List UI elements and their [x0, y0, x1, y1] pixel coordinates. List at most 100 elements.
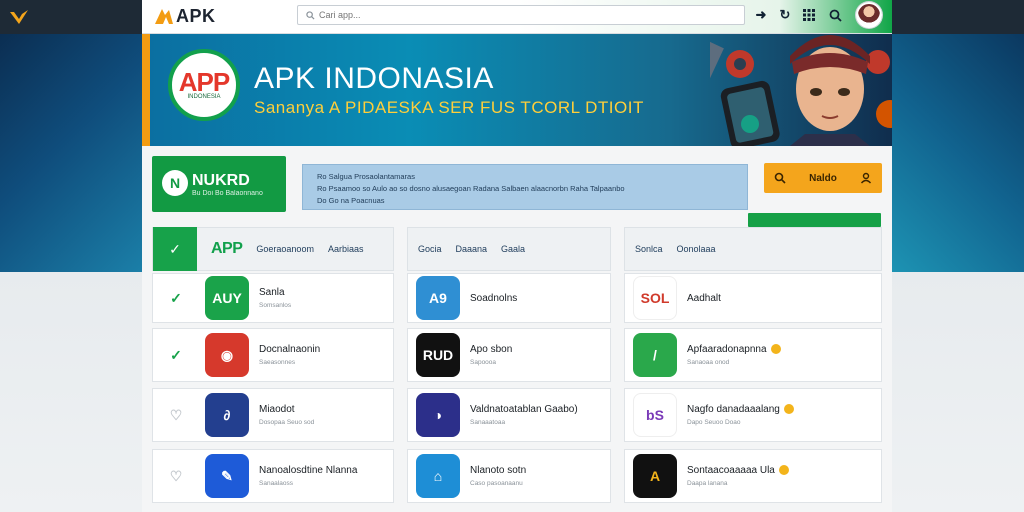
column-header: ✓ APP Goeraoanoom Aarbiaas: [152, 227, 394, 271]
badge-dot-icon: [778, 465, 789, 476]
app-card[interactable]: ♡ ✎ Nanoalosdtine Nlanna Sanaalaoss: [152, 449, 394, 503]
tab-link[interactable]: Gocia: [418, 244, 442, 254]
app-icon[interactable]: ◑: [416, 393, 460, 437]
promo-icon: N: [162, 170, 188, 196]
app-icon[interactable]: ∂: [205, 393, 249, 437]
app-info: Miaodot Dosopaa Seuo sod: [259, 404, 314, 426]
app-icon[interactable]: ⌂: [416, 454, 460, 498]
app-title[interactable]: Nagfo danadaaalang: [687, 404, 794, 415]
tab-link[interactable]: Oonolaaa: [677, 244, 716, 254]
action-button[interactable]: Naldo: [764, 163, 882, 193]
column-header: Gocia Daaana Gaala: [407, 227, 611, 271]
app-card[interactable]: ✓ AUY Sanla Somsanlos: [152, 273, 394, 323]
badge-dot-icon: [783, 404, 794, 415]
app-info: Apfaaradonapnna Sanaoaa onod: [687, 344, 781, 366]
app-info: Soadnolns: [470, 293, 517, 304]
promo-title: NUKRD: [192, 171, 250, 189]
app-card[interactable]: ♡ ∂ Miaodot Dosopaa Seuo sod: [152, 388, 394, 442]
tab-link[interactable]: Daaana: [456, 244, 488, 254]
app-card[interactable]: RUD Apo sbon Sapoooa: [407, 328, 611, 382]
tab-link[interactable]: Sonlca: [635, 244, 663, 254]
badge-dot-icon: [770, 344, 781, 355]
user-icon: [860, 172, 872, 184]
column-app-label: APP: [211, 240, 243, 257]
app-title[interactable]: Nanoalosdtine Nlanna: [259, 465, 357, 476]
app-title[interactable]: Apfaaradonapnna: [687, 344, 781, 355]
app-icon[interactable]: /: [633, 333, 677, 377]
brand-logo[interactable]: APK: [154, 5, 216, 27]
column-header: Sonlca Oonolaaa: [624, 227, 882, 271]
refresh-icon[interactable]: ↻: [776, 6, 794, 24]
app-card[interactable]: ◑ Valdnatoatablan Gaabo) Sanaaatoaa: [407, 388, 611, 442]
tab-link[interactable]: Goeraoanoom: [256, 244, 314, 254]
arrow-right-icon[interactable]: ➜: [752, 6, 770, 24]
app-info: Aadhalt: [687, 293, 721, 304]
hero-character-illustration: [710, 35, 892, 146]
notice-panel: Ro Salgua Prosaolantamaras Ro Psaamoo so…: [302, 164, 748, 210]
app-title[interactable]: Sanla: [259, 287, 291, 298]
app-icon[interactable]: ✎: [205, 454, 249, 498]
app-subtitle: Daapa lanana: [687, 480, 728, 487]
app-info: Nlanoto sotn Caso pasoanaanu: [470, 465, 526, 487]
search-icon[interactable]: [826, 6, 844, 24]
app-icon[interactable]: AUY: [205, 276, 249, 320]
promo-subtitle: Bu Doi Bo Balaonnano: [192, 189, 263, 197]
app-card[interactable]: A9 Soadnolns: [407, 273, 611, 323]
notice-line: Ro Salgua Prosaolantamaras: [317, 172, 415, 181]
hero-title: APK INDONASIA: [254, 62, 494, 95]
app-card[interactable]: SOL Aadhalt: [624, 273, 882, 323]
app-card[interactable]: ✓ ◉ Docnalnaonin Saeasonnes: [152, 328, 394, 382]
app-title[interactable]: Sontaacoaaaaa Ula: [687, 465, 789, 476]
app-info: Nanoalosdtine Nlanna Sanaalaoss: [259, 465, 357, 487]
heart-icon[interactable]: ♡: [165, 468, 187, 485]
app-card[interactable]: bS Nagfo danadaaalang Dapo Seuoo Doao: [624, 388, 882, 442]
page: APK ➜ ↻ APP IN: [142, 0, 892, 512]
check-icon[interactable]: ✓: [165, 290, 187, 307]
search-circle-icon: [774, 172, 786, 184]
app-card[interactable]: ⌂ Nlanoto sotn Caso pasoanaanu: [407, 449, 611, 503]
apk-logo-icon: [155, 9, 173, 24]
check-icon[interactable]: ✓: [165, 347, 187, 364]
app-info: Sontaacoaaaaa Ula Daapa lanana: [687, 465, 789, 487]
app-title[interactable]: Miaodot: [259, 404, 314, 415]
app-title[interactable]: Soadnolns: [470, 293, 517, 304]
app-title[interactable]: Nlanoto sotn: [470, 465, 526, 476]
background-right: [892, 34, 1024, 272]
heart-icon[interactable]: ♡: [165, 407, 187, 424]
app-info: Apo sbon Sapoooa: [470, 344, 512, 366]
notice-line: Do Go na Poacnuas: [317, 196, 385, 205]
app-title[interactable]: Aadhalt: [687, 293, 721, 304]
app-subtitle: Somsanlos: [259, 302, 292, 309]
hero-logo: APP INDONESIA: [168, 49, 240, 121]
app-icon[interactable]: A9: [416, 276, 460, 320]
app-icon[interactable]: RUD: [416, 333, 460, 377]
app-icon[interactable]: A: [633, 454, 677, 498]
app-subtitle: Dosopaa Seuo sod: [259, 419, 315, 426]
app-info: Docnalnaonin Saeasonnes: [259, 344, 320, 366]
app-card[interactable]: A Sontaacoaaaaa Ula Daapa lanana: [624, 449, 882, 503]
hero-logo-text: APP: [178, 67, 230, 97]
progress-bar: [748, 213, 881, 227]
app-title[interactable]: Valdnatoatablan Gaabo): [470, 404, 578, 415]
notice-line: Ro Psaamoo so Aulo ao so dosno alusaegoa…: [317, 184, 625, 193]
app-card[interactable]: / Apfaaradonapnna Sanaoaa onod: [624, 328, 882, 382]
grid-icon[interactable]: [800, 6, 818, 24]
app-icon[interactable]: SOL: [633, 276, 677, 320]
check-circle-icon[interactable]: ✓: [153, 227, 197, 271]
hero-logo-subtext: INDONESIA: [187, 94, 221, 100]
browser-logo-icon[interactable]: [8, 6, 30, 28]
tab-link[interactable]: Gaala: [501, 244, 525, 254]
app-title[interactable]: Docnalnaonin: [259, 344, 320, 355]
app-subtitle: Dapo Seuoo Doao: [687, 419, 741, 426]
app-icon[interactable]: bS: [633, 393, 677, 437]
search-bar[interactable]: [297, 5, 745, 25]
app-icon[interactable]: ◉: [205, 333, 249, 377]
search-input[interactable]: [319, 10, 719, 20]
app-title[interactable]: Apo sbon: [470, 344, 512, 355]
tab-link[interactable]: Aarbiaas: [328, 244, 364, 254]
brand-text: APK: [176, 5, 216, 26]
promo-card[interactable]: N NUKRD Bu Doi Bo Balaonnano: [152, 156, 286, 212]
app-subtitle: Sanaalaoss: [259, 480, 293, 487]
avatar[interactable]: [856, 2, 882, 28]
app-subtitle: Sapoooa: [470, 359, 497, 366]
